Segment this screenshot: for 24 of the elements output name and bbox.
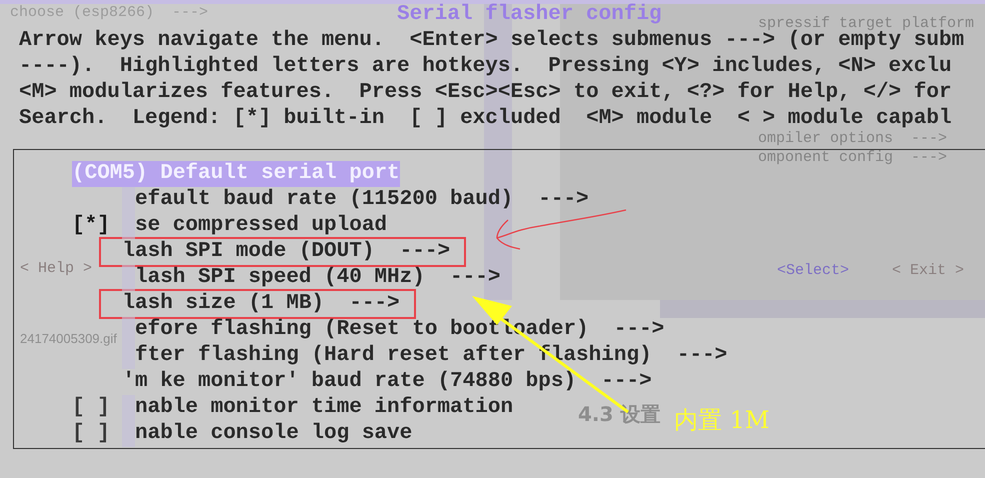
menu-item[interactable]: nable console log save [134,421,412,447]
checkbox[interactable]: [*] [72,213,110,239]
checkbox[interactable]: [ ] [72,421,110,447]
menu-item[interactable]: nable monitor time information [134,395,514,421]
menu-item[interactable]: efault baud rate (115200 baud) ---> [134,187,589,213]
help-text: <M> modularizes features. Press <Esc><Esc> to exit, <?> for Help, </> for [19,80,952,106]
hotkey-highlight [122,187,135,213]
help-text: ----). Highlighted letters are hotkeys. Pressing <Y> includes, <N> exclu [19,54,952,80]
checkbox[interactable]: [ ] [72,395,110,421]
section-heading: 4.3 设置 [578,404,660,424]
help-text: Search. Legend: [*] built-in [ ] excluded <M> module < > module capabl [19,106,952,131]
annotation-text: 内置 1M [674,405,770,436]
menu-item[interactable]: lash SPI mode (DOUT) ---> [122,240,450,263]
menu-item[interactable]: 'm ke monitor' baud rate (74880 bps) ---> [72,369,652,395]
hotkey-highlight [122,317,135,343]
help-text: Arrow keys navigate the menu. <Enter> selects submenus ---> (or empty subm [19,29,964,54]
window-title: Serial flasher config [397,4,662,25]
hotkey-highlight [122,213,135,239]
hotkey-highlight [122,421,135,447]
menu-item[interactable]: se compressed upload [134,213,388,239]
menu-item[interactable]: lash size (1 MB) ---> [122,292,400,315]
hotkey-highlight [122,265,135,291]
menu-item[interactable]: lash SPI speed (40 MHz) ---> [134,265,500,291]
file-name: 24174005309.gif [20,332,117,345]
